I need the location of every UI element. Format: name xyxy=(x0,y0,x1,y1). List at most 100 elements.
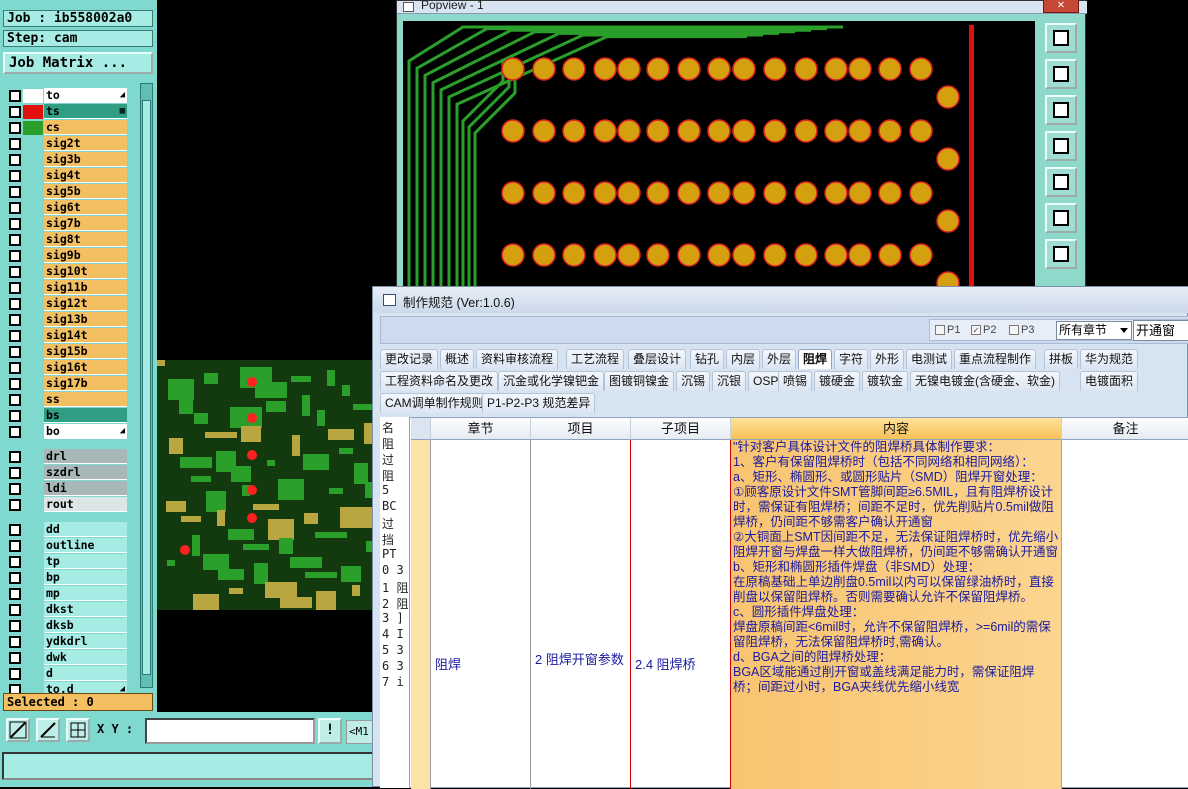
tab-tabs_row2-7[interactable]: 镀硬金 xyxy=(814,371,861,391)
layer-name[interactable]: tp xyxy=(44,554,127,569)
pad[interactable] xyxy=(732,181,756,205)
pad[interactable] xyxy=(501,243,525,267)
scroll-thumb[interactable] xyxy=(142,100,151,675)
layer-row-dkst[interactable]: dkst xyxy=(7,602,127,618)
pad[interactable] xyxy=(501,181,525,205)
layer-row-bs[interactable]: bs xyxy=(7,408,127,424)
pad[interactable] xyxy=(794,181,818,205)
layer-row-sig13b[interactable]: sig13b xyxy=(7,312,127,328)
pad[interactable] xyxy=(794,119,818,143)
layer-row-sig11b[interactable]: sig11b xyxy=(7,280,127,296)
pad[interactable] xyxy=(824,181,848,205)
layer-row-sig16t[interactable]: sig16t xyxy=(7,360,127,376)
pad[interactable] xyxy=(848,57,872,81)
layer-name[interactable]: sig11b xyxy=(44,280,127,295)
pad[interactable] xyxy=(617,57,641,81)
cell-chapter[interactable]: 阻焊 xyxy=(431,440,531,789)
layer-row-tp[interactable]: tp xyxy=(7,554,127,570)
pad[interactable] xyxy=(936,209,960,233)
strip-line[interactable]: 6 3 xyxy=(382,659,404,673)
column-header-content[interactable]: 内容 xyxy=(731,418,1062,440)
layer-name[interactable]: sig13b xyxy=(44,312,127,327)
strip-line[interactable]: 过 xyxy=(382,515,394,532)
strip-line[interactable]: 3 ] xyxy=(382,611,404,625)
layer-checkbox[interactable] xyxy=(9,540,21,552)
tab-tabs_row1-5[interactable]: 钻孔 xyxy=(690,349,725,369)
strip-line[interactable]: 7 i xyxy=(382,675,404,689)
layer-checkbox[interactable] xyxy=(9,556,21,568)
tab-tabs_row1-6[interactable]: 内层 xyxy=(726,349,761,369)
filter-p2[interactable]: ✓ P2 xyxy=(971,324,996,336)
pad[interactable] xyxy=(707,119,731,143)
layer-row-to[interactable]: to ◢ xyxy=(7,88,127,104)
pad[interactable] xyxy=(677,243,701,267)
pad[interactable] xyxy=(593,57,617,81)
tab-tabs_row1-12[interactable]: 重点流程制作 xyxy=(954,349,1037,369)
layer-checkbox[interactable] xyxy=(9,170,21,182)
layer-name[interactable]: d xyxy=(44,666,127,681)
layer-row-mp[interactable]: mp xyxy=(7,586,127,602)
layer-row-szdrl[interactable]: szdrl xyxy=(7,465,127,481)
strip-line[interactable]: 过 xyxy=(382,451,394,468)
pad[interactable] xyxy=(824,57,848,81)
strip-line[interactable]: 1 阻 xyxy=(382,579,408,596)
tab-tabs_row1-0[interactable]: 更改记录 xyxy=(380,349,439,369)
pad[interactable] xyxy=(617,181,641,205)
layer-row-ydkdrl[interactable]: ydkdrl xyxy=(7,634,127,650)
pad[interactable] xyxy=(593,181,617,205)
filter-p3[interactable]: P3 xyxy=(1009,324,1034,336)
pad[interactable] xyxy=(562,243,586,267)
strip-line[interactable]: 5 xyxy=(382,483,389,497)
zoom-out-icon[interactable] xyxy=(1045,203,1077,233)
popview-titlebar[interactable]: Popview - 1 ✕ xyxy=(397,0,1087,14)
layer-name[interactable]: drl xyxy=(44,449,127,464)
tab-tabs_row1-7[interactable]: 外层 xyxy=(762,349,797,369)
layer-checkbox[interactable] xyxy=(9,652,21,664)
pad[interactable] xyxy=(936,85,960,109)
strip-line[interactable]: 2 阻 xyxy=(382,595,408,612)
tab-tabs_row2-6[interactable]: 喷锡 xyxy=(778,371,813,391)
zoom-in-icon[interactable] xyxy=(1045,23,1077,53)
layer-checkbox[interactable] xyxy=(9,483,21,495)
pcb-board-preview[interactable] xyxy=(157,360,377,610)
layer-name[interactable]: sig3b xyxy=(44,152,127,167)
tab-tabs_row2-2[interactable]: 图镀铜镍金 xyxy=(604,371,675,391)
layer-name[interactable]: ts ▦ xyxy=(44,104,127,119)
pad[interactable] xyxy=(848,181,872,205)
layer-checkbox[interactable] xyxy=(9,218,21,230)
layer-name[interactable]: sig8t xyxy=(44,232,127,247)
layer-row-cs[interactable]: cs xyxy=(7,120,127,136)
pad[interactable] xyxy=(501,119,525,143)
layer-name[interactable]: sig2t xyxy=(44,136,127,151)
layer-row-sig9b[interactable]: sig9b xyxy=(7,248,127,264)
tab-tabs_row1-9[interactable]: 字符 xyxy=(834,349,869,369)
tab-tabs_row1-10[interactable]: 外形 xyxy=(870,349,905,369)
layer-row-dksb[interactable]: dksb xyxy=(7,618,127,634)
layer-name[interactable]: sig14t xyxy=(44,328,127,343)
pad[interactable] xyxy=(732,243,756,267)
layer-checkbox[interactable] xyxy=(9,604,21,616)
layer-name[interactable]: bo ◢ xyxy=(44,424,127,439)
layer-row-ts[interactable]: ts ▦ xyxy=(7,104,127,120)
layer-name[interactable]: sig4t xyxy=(44,168,127,183)
tab-tabs_row1-3[interactable]: 工艺流程 xyxy=(566,349,625,369)
tab-tabs_row1-2[interactable]: 资料审核流程 xyxy=(476,349,559,369)
pad[interactable] xyxy=(794,243,818,267)
pad[interactable] xyxy=(763,119,787,143)
pan-down-icon[interactable] xyxy=(1045,95,1077,125)
layer-row-sig7b[interactable]: sig7b xyxy=(7,216,127,232)
filter-p1[interactable]: P1 xyxy=(935,324,960,336)
cell-subitem[interactable]: 2.4 阻焊桥 xyxy=(631,440,731,789)
layer-checkbox[interactable] xyxy=(9,668,21,680)
tab-tabs_row2-4[interactable]: 沉银 xyxy=(712,371,747,391)
layer-checkbox[interactable] xyxy=(9,298,21,310)
pad[interactable] xyxy=(878,57,902,81)
chapter-select[interactable]: 所有章节 xyxy=(1056,321,1132,340)
pcb-zoom-canvas[interactable] xyxy=(403,21,1035,291)
pad[interactable] xyxy=(501,57,525,81)
tab-tabs_row1-14[interactable]: 华为规范 xyxy=(1080,349,1139,369)
layer-checkbox[interactable] xyxy=(9,378,21,390)
layer-name[interactable]: szdrl xyxy=(44,465,127,480)
layer-checkbox[interactable] xyxy=(9,394,21,406)
pad[interactable] xyxy=(936,147,960,171)
